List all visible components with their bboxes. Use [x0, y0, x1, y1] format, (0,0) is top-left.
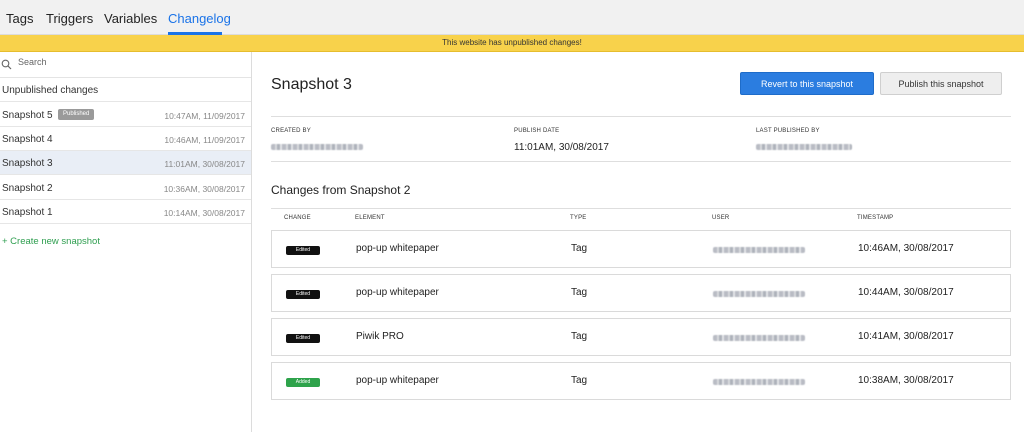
publish-date-value: 11:01AM, 30/08/2017 — [514, 142, 609, 153]
publish-snapshot-button[interactable]: Publish this snapshot — [880, 72, 1002, 95]
page-title: Snapshot 3 — [271, 76, 352, 93]
user-email-redacted — [713, 291, 805, 297]
change-timestamp: 10:38AM, 30/08/2017 — [858, 375, 954, 386]
sidebar-item-date: 10:14AM, 30/08/2017 — [163, 208, 245, 218]
table-row[interactable]: Edited pop-up whitepaper Tag 10:46AM, 30… — [271, 230, 1011, 268]
unpublished-changes-banner: This website has unpublished changes! — [0, 35, 1024, 52]
element-name: pop-up whitepaper — [356, 243, 439, 254]
user-email-redacted — [713, 379, 805, 385]
sidebar-item-date: 10:46AM, 11/09/2017 — [164, 135, 245, 145]
sidebar-item-date: 10:36AM, 30/08/2017 — [163, 184, 245, 194]
sidebar-item-snapshot-1[interactable]: Snapshot 1 10:14AM, 30/08/2017 — [0, 200, 251, 224]
sidebar-item-date: 11:01AM, 30/08/2017 — [164, 159, 245, 169]
change-badge: Edited — [286, 334, 320, 343]
table-row[interactable]: Edited pop-up whitepaper Tag 10:44AM, 30… — [271, 274, 1011, 312]
divider — [271, 208, 1011, 209]
sidebar-item-label: Snapshot 1 — [2, 207, 53, 218]
last-published-by-value-redacted — [756, 144, 852, 150]
divider — [271, 116, 1011, 117]
sidebar-item-snapshot-5[interactable]: Snapshot 5 Published 10:47AM, 11/09/2017 — [0, 103, 251, 127]
change-timestamp: 10:44AM, 30/08/2017 — [858, 287, 954, 298]
sidebar-item-snapshot-3[interactable]: Snapshot 3 11:01AM, 30/08/2017 — [0, 151, 251, 175]
change-badge: Edited — [286, 246, 320, 255]
sidebar-item-date: 10:47AM, 11/09/2017 — [164, 111, 245, 121]
change-badge: Edited — [286, 290, 320, 299]
user-email-redacted — [713, 247, 805, 253]
column-header-change: CHANGE — [284, 215, 311, 221]
revert-snapshot-button[interactable]: Revert to this snapshot — [740, 72, 874, 95]
element-type: Tag — [571, 243, 588, 254]
element-type: Tag — [571, 375, 588, 386]
tab-triggers[interactable]: Triggers — [46, 11, 93, 26]
publish-date-label: PUBLISH DATE — [514, 128, 560, 134]
created-by-label: CREATED BY — [271, 128, 311, 134]
element-name: Piwik PRO — [356, 331, 404, 342]
column-header-timestamp: TIMESTAMP — [857, 215, 894, 221]
user-email-redacted — [713, 335, 805, 341]
sidebar-item-label: Snapshot 2 — [2, 183, 53, 194]
tab-variables[interactable]: Variables — [104, 11, 157, 26]
create-snapshot-link[interactable]: + Create new snapshot — [2, 236, 100, 247]
published-badge: Published — [58, 109, 95, 120]
element-name: pop-up whitepaper — [356, 287, 439, 298]
table-row[interactable]: Added pop-up whitepaper Tag 10:38AM, 30/… — [271, 362, 1011, 400]
table-row[interactable]: Edited Piwik PRO Tag 10:41AM, 30/08/2017 — [271, 318, 1011, 356]
search-input[interactable] — [18, 57, 238, 67]
column-header-user: USER — [712, 215, 730, 221]
sidebar-item-label: Snapshot 3 — [2, 158, 53, 169]
element-type: Tag — [571, 287, 588, 298]
element-type: Tag — [571, 331, 588, 342]
sidebar-item-snapshot-2[interactable]: Snapshot 2 10:36AM, 30/08/2017 — [0, 176, 251, 200]
tab-tags[interactable]: Tags — [6, 11, 33, 26]
sidebar-item-label: Snapshot 5 — [2, 110, 53, 121]
element-name: pop-up whitepaper — [356, 375, 439, 386]
tab-changelog[interactable]: Changelog — [168, 11, 231, 26]
divider — [271, 161, 1011, 162]
search-icon — [1, 59, 12, 70]
top-tab-bar: Tags Triggers Variables Changelog — [0, 0, 1024, 35]
snapshot-detail-panel: Snapshot 3 Revert to this snapshot Publi… — [253, 52, 1024, 432]
sidebar-item-snapshot-4[interactable]: Snapshot 4 10:46AM, 11/09/2017 — [0, 127, 251, 151]
created-by-value-redacted — [271, 144, 363, 150]
sidebar-item-label: Snapshot 4 — [2, 134, 53, 145]
search-box — [0, 52, 251, 78]
change-timestamp: 10:46AM, 30/08/2017 — [858, 243, 954, 254]
change-timestamp: 10:41AM, 30/08/2017 — [858, 331, 954, 342]
column-header-element: ELEMENT — [355, 215, 385, 221]
column-header-type: TYPE — [570, 215, 587, 221]
snapshot-sidebar: Unpublished changes Snapshot 5 Published… — [0, 52, 252, 432]
sidebar-item-label: Unpublished changes — [2, 85, 99, 96]
sidebar-item-unpublished-changes[interactable]: Unpublished changes — [0, 78, 251, 102]
last-published-by-label: LAST PUBLISHED BY — [756, 128, 820, 134]
changes-section-title: Changes from Snapshot 2 — [271, 183, 411, 197]
change-badge: Added — [286, 378, 320, 387]
